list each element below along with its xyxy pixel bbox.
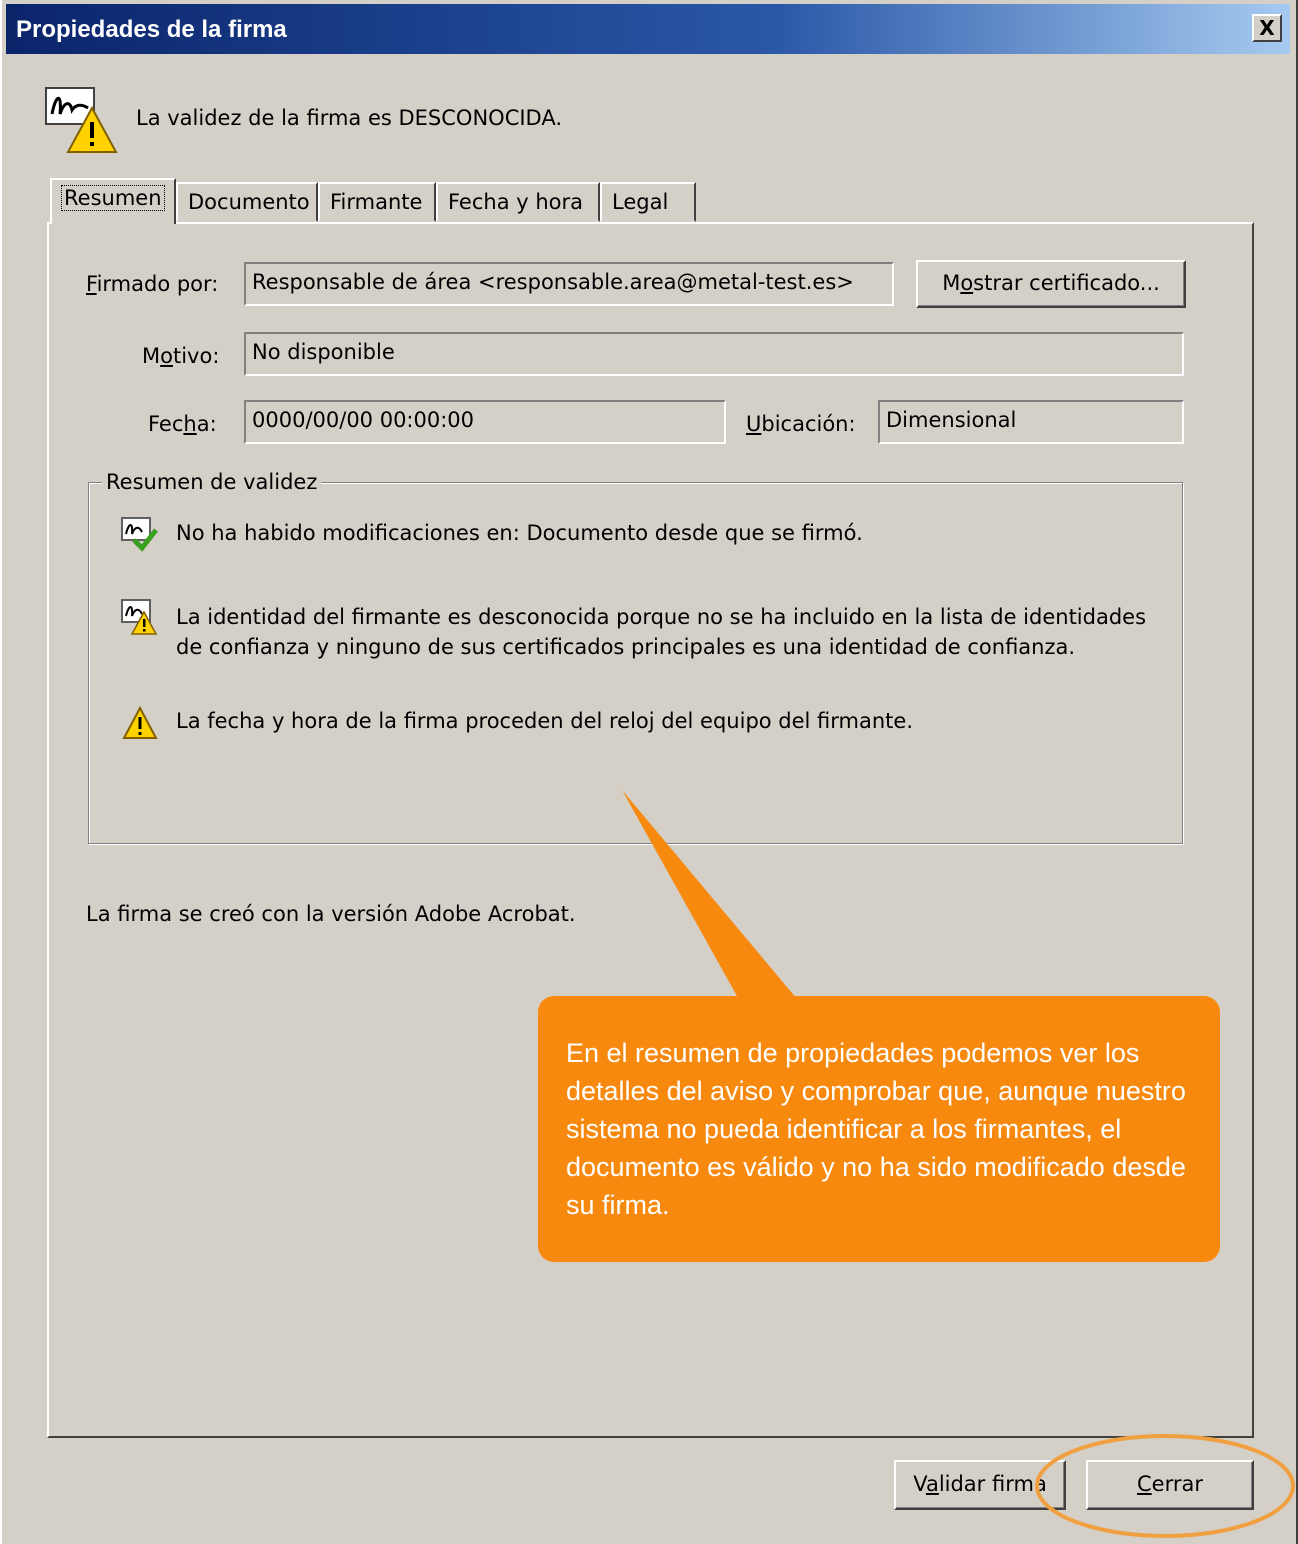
reason-label: Motivo: — [142, 344, 220, 368]
signature-valid-icon — [120, 516, 158, 556]
signature-unknown-icon — [120, 598, 158, 640]
reason-field[interactable]: No disponible — [244, 332, 1184, 376]
signed-by-field[interactable]: Responsable de área <responsable.area@me… — [244, 262, 894, 306]
signed-by-label: Firmado por: — [86, 272, 219, 296]
signature-unknown-large-icon — [42, 84, 118, 156]
date-field[interactable]: 0000/00/00 00:00:00 — [244, 400, 726, 444]
tab-legal[interactable]: Legal — [600, 182, 696, 222]
location-label: Ubicación: — [746, 412, 856, 436]
title-bar[interactable]: Propiedades de la firma X — [6, 4, 1290, 54]
show-certificate-button[interactable]: Mostrar certificado... — [916, 260, 1186, 308]
signature-status-text: La validez de la firma es DESCONOCIDA. — [136, 106, 563, 130]
window-title: Propiedades de la firma — [16, 16, 287, 43]
validity-item-modifications: No ha habido modificaciones en: Document… — [176, 521, 863, 545]
close-icon: X — [1259, 16, 1275, 40]
location-field[interactable]: Dimensional — [878, 400, 1184, 444]
tab-resumen[interactable]: Resumen — [50, 178, 176, 224]
validity-item-identity: La identidad del firmante es desconocida… — [176, 605, 1147, 659]
close-window-button[interactable]: X — [1252, 14, 1282, 42]
tab-documento[interactable]: Documento — [176, 182, 318, 222]
tab-firmante[interactable]: Firmante — [318, 182, 436, 222]
date-label: Fecha: — [148, 412, 217, 436]
close-highlight-ellipse — [1035, 1434, 1295, 1538]
callout-pointer — [622, 790, 802, 1005]
signature-properties-dialog: Propiedades de la firma X La validez de … — [0, 0, 1298, 1544]
warning-icon — [122, 705, 158, 744]
validity-summary-legend: Resumen de validez — [102, 470, 322, 494]
tab-fecha-hora[interactable]: Fecha y hora — [436, 182, 600, 222]
callout-text: En el resumen de propiedades podemos ver… — [566, 1038, 1186, 1220]
created-with-text: La firma se creó con la versión Adobe Ac… — [86, 902, 576, 926]
validity-item-time: La fecha y hora de la firma proceden del… — [176, 709, 914, 733]
